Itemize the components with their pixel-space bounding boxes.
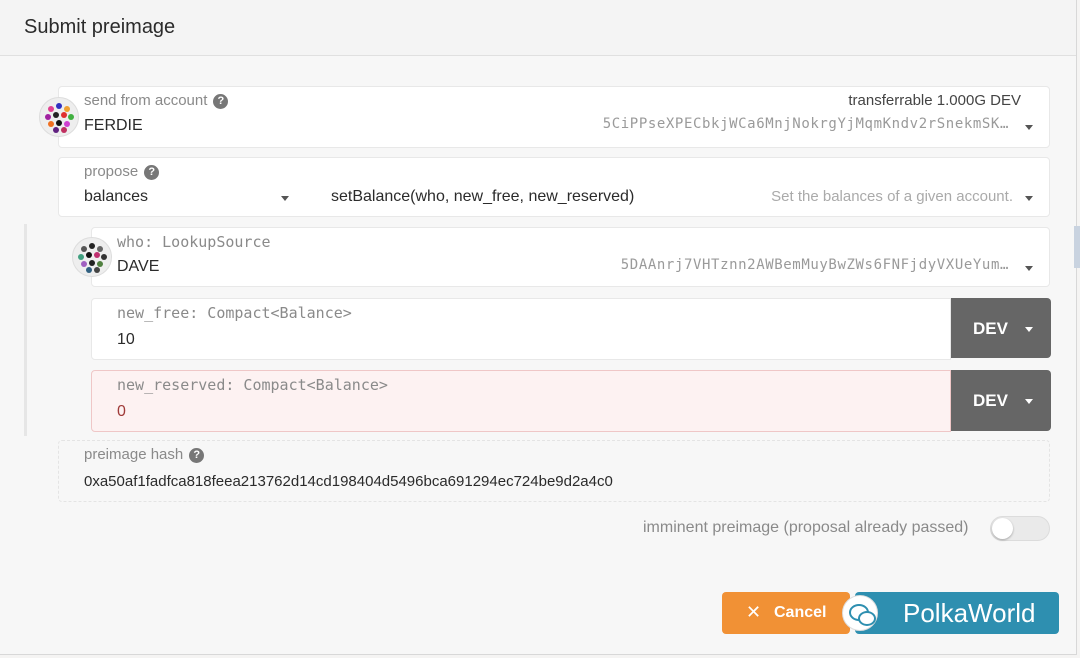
modal-title: Submit preimage	[24, 16, 176, 38]
preimage-hash-field: preimage hash? 0xa50af1fadfca818feea2137…	[58, 440, 1050, 502]
scrollbar-thumb[interactable]	[1074, 226, 1080, 268]
modal-header: Submit preimage	[0, 0, 1076, 56]
help-icon[interactable]: ?	[213, 94, 229, 109]
new-free-value[interactable]: 10	[117, 331, 135, 349]
send-from-label-row: send from account?	[84, 92, 229, 109]
send-from-label: send from account	[84, 92, 208, 109]
new-free-unit: DEV	[973, 319, 1008, 338]
close-icon: ✕	[746, 602, 762, 622]
chevron-down-icon	[1025, 327, 1033, 332]
new-reserved-unit-dropdown[interactable]: DEV	[951, 370, 1051, 431]
new-free-field[interactable]: new_free: Compact<Balance> 10	[91, 298, 951, 360]
chevron-down-icon[interactable]	[1025, 125, 1033, 130]
watermark-text: PolkaWorld	[903, 598, 1036, 628]
chevron-down-icon[interactable]	[281, 196, 289, 201]
balance-value: 1.000G DEV	[936, 92, 1021, 109]
chevron-down-icon[interactable]	[1025, 266, 1033, 271]
method-description: Set the balances of a given account.	[771, 188, 1013, 205]
send-from-account-field[interactable]: send from account? transferrable 1.000G …	[58, 86, 1050, 148]
propose-field: propose? balances setBalance(who, new_fr…	[58, 157, 1050, 217]
submit-preimage-button[interactable]: OK PolkaWorld	[855, 592, 1059, 634]
method-value: setBalance(who, new_free, new_reserved)	[331, 188, 635, 205]
new-reserved-unit: DEV	[973, 391, 1008, 410]
who-account-field[interactable]: who: LookupSource DAVE 5DAAnrj7VHTznn2AW…	[91, 227, 1050, 287]
account-identicon	[39, 97, 79, 137]
who-identicon	[72, 237, 112, 277]
balance-label: transferrable	[848, 92, 933, 109]
chevron-down-icon[interactable]	[1025, 196, 1033, 201]
transferrable-balance: transferrable 1.000G DEV	[848, 92, 1021, 109]
imminent-preimage-toggle[interactable]	[990, 516, 1050, 541]
new-free-unit-dropdown[interactable]: DEV	[951, 298, 1051, 358]
imminent-preimage-label: imminent preimage (proposal already pass…	[643, 519, 969, 536]
preimage-label-row: preimage hash?	[84, 446, 205, 463]
chevron-down-icon	[1025, 399, 1033, 404]
new-reserved-label: new_reserved: Compact<Balance>	[117, 376, 388, 394]
new-reserved-value[interactable]: 0	[117, 403, 126, 421]
module-select[interactable]: balances	[59, 158, 309, 216]
account-name: FERDIE	[84, 117, 143, 134]
toggle-knob	[992, 518, 1013, 539]
account-address: 5CiPPseXPECbkjWCa6MnjNokrgYjMqmKndv2rSne…	[602, 116, 1009, 132]
params-indent-bar	[24, 224, 27, 436]
who-label: who: LookupSource	[117, 233, 271, 251]
new-free-label: new_free: Compact<Balance>	[117, 304, 352, 322]
preimage-hash-label: preimage hash	[84, 446, 184, 463]
help-icon[interactable]: ?	[189, 448, 205, 463]
submit-preimage-modal: Submit preimage send from account? trans…	[0, 0, 1077, 655]
cancel-label: Cancel	[774, 604, 827, 621]
module-value: balances	[84, 188, 149, 205]
new-reserved-field[interactable]: new_reserved: Compact<Balance> 0	[91, 370, 951, 432]
wechat-icon	[842, 595, 878, 631]
cancel-button[interactable]: ✕ Cancel	[722, 592, 850, 634]
who-address: 5DAAnrj7VHTznn2AWBemMuyBwZWs6FNFjdyVXUeY…	[620, 257, 1009, 273]
who-name: DAVE	[117, 258, 160, 275]
method-select[interactable]: setBalance(who, new_free, new_reserved) …	[309, 158, 1049, 216]
preimage-hash-value: 0xa50af1fadfca818feea213762d14cd198404d5…	[84, 473, 613, 490]
